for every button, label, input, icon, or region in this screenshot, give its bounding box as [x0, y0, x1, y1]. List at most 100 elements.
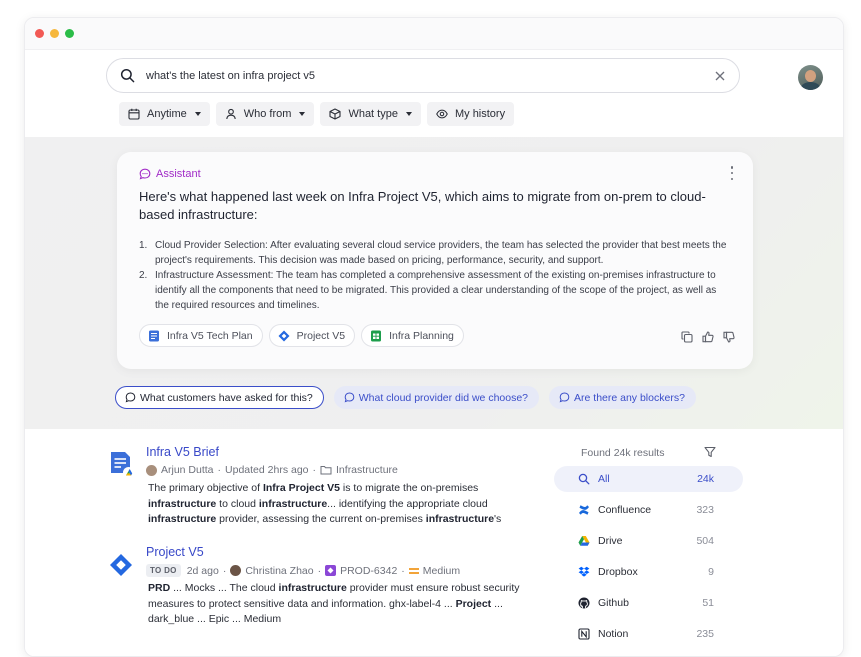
filter-my-history-label: My history	[454, 108, 506, 120]
filter-bar: Anytime Who from What type My history	[119, 102, 515, 126]
assistant-answer-card: Assistant Here's what happened last week…	[117, 152, 753, 369]
assistant-section: Assistant Here's what happened last week…	[25, 137, 843, 429]
minimize-window-button[interactable]	[50, 29, 59, 38]
search-header: Anytime Who from What type	[25, 50, 843, 137]
user-avatar[interactable]	[798, 65, 823, 90]
filter-who-from[interactable]: Who from	[215, 102, 315, 126]
box-icon	[329, 108, 341, 120]
jira-icon	[278, 330, 290, 342]
result-title[interactable]: Infra V5 Brief	[146, 445, 219, 459]
feedback-actions	[681, 331, 735, 343]
search-bar[interactable]	[106, 58, 740, 93]
snippet-highlight: infrastructure	[278, 582, 347, 594]
search-icon	[120, 68, 136, 84]
assignee-avatar	[230, 565, 242, 576]
facet-notion[interactable]: Notion 235	[554, 621, 743, 647]
document-icon	[148, 330, 160, 342]
assistant-list-item: 1. Cloud Provider Selection: After evalua…	[139, 240, 727, 266]
person-icon	[225, 108, 237, 120]
assistant-list-item: 2. Infrastructure Assessment: The team ha…	[139, 270, 717, 311]
facet-drive[interactable]: Drive 504	[554, 528, 743, 554]
result-author[interactable]: Arjun Dutta	[161, 464, 214, 476]
snippet-text: provider, assessing the current on-premi…	[216, 513, 426, 525]
copy-icon[interactable]	[681, 331, 693, 343]
facet-dropbox[interactable]: Dropbox 9	[554, 559, 743, 585]
assistant-label-text: Assistant	[156, 168, 201, 180]
filter-what-type[interactable]: What type	[320, 102, 421, 126]
facet-all[interactable]: All 24k	[554, 466, 743, 492]
sheets-icon	[370, 330, 382, 342]
source-project-v5[interactable]: Project V5	[268, 324, 356, 347]
source-infra-planning[interactable]: Infra Planning	[361, 324, 464, 347]
github-icon	[578, 597, 590, 609]
result-folder[interactable]: Infrastructure	[336, 464, 398, 476]
calendar-icon	[128, 108, 140, 120]
filter-my-history[interactable]: My history	[426, 102, 515, 126]
snippet-text: measures to protect sensitive data and i…	[148, 597, 456, 610]
search-results: Infra V5 Brief Arjun Dutta · Updated 2hr…	[25, 429, 843, 656]
chat-bubble-icon	[344, 392, 355, 403]
confluence-icon	[578, 504, 590, 516]
result-assignee[interactable]: Christina Zhao	[245, 565, 313, 577]
filter-icon[interactable]	[704, 446, 716, 458]
result-ticket[interactable]: PROD-6342	[340, 565, 397, 577]
results-count: Found 24k results	[581, 447, 665, 459]
snippet-text: 's	[494, 513, 502, 525]
ticket-icon	[325, 565, 337, 576]
eye-icon	[436, 108, 448, 120]
chat-bubble-icon	[125, 392, 136, 403]
chevron-down-icon	[194, 112, 201, 116]
snippet-text: to cloud	[216, 497, 259, 510]
snippet-highlight: PRD	[148, 582, 171, 594]
suggested-questions: What customers have asked for this? What…	[115, 386, 696, 409]
author-avatar	[146, 464, 157, 476]
clear-search-icon[interactable]	[713, 69, 727, 83]
result-title[interactable]: Project V5	[146, 545, 204, 559]
close-window-button[interactable]	[35, 29, 44, 38]
notion-icon	[578, 628, 590, 640]
jira-icon	[109, 551, 135, 579]
more-options-icon[interactable]	[729, 166, 735, 180]
thumbs-up-icon[interactable]	[702, 331, 714, 343]
snippet-text: is to migrate the on-premises	[340, 482, 479, 494]
filter-anytime-label: Anytime	[147, 108, 187, 120]
app-window: Anytime Who from What type	[24, 17, 844, 657]
assistant-list: 1. Cloud Provider Selection: After evalua…	[139, 238, 729, 313]
result-updated: Updated 2hrs ago	[225, 464, 309, 476]
title-bar	[25, 18, 843, 50]
filter-what-type-label: What type	[348, 108, 398, 120]
snippet-text: The primary objective of	[148, 482, 263, 494]
filter-who-from-label: Who from	[243, 108, 292, 120]
result-snippet: PRD ... Mocks ... The cloud infrastructu…	[148, 581, 543, 628]
chat-bubble-icon	[139, 168, 151, 180]
suggestion-chip[interactable]: What cloud provider did we choose?	[333, 386, 540, 409]
snippet-highlight: Infra Project V5	[262, 482, 340, 494]
priority-medium-icon	[408, 567, 419, 574]
assistant-heading: Here's what happened last week on Infra …	[139, 189, 706, 222]
snippet-text: dark_blue ... Epic ... Medium	[148, 613, 282, 625]
snippet-highlight: infrastructure	[258, 497, 328, 510]
facet-confluence[interactable]: Confluence 323	[554, 497, 743, 523]
dropbox-icon	[578, 566, 590, 578]
source-infra-v5-tech-plan[interactable]: Infra V5 Tech Plan	[139, 324, 263, 347]
drive-icon	[578, 535, 590, 547]
thumbs-down-icon[interactable]	[723, 331, 735, 343]
result-age: 2d ago	[186, 564, 219, 577]
filter-anytime[interactable]: Anytime	[119, 102, 210, 126]
snippet-highlight: infrastructure	[148, 513, 217, 525]
suggestion-chip[interactable]: What customers have asked for this?	[115, 386, 324, 409]
snippet-text: provider must ensure robust security	[346, 582, 520, 594]
result-priority: Medium	[422, 564, 461, 577]
snippet-highlight: infrastructure	[148, 497, 217, 510]
chevron-down-icon	[299, 112, 306, 116]
snippet-highlight: infrastructure	[425, 513, 495, 525]
snippet-highlight: Project	[455, 597, 492, 610]
suggestion-chip[interactable]: Are there any blockers?	[549, 386, 696, 409]
search-icon	[578, 473, 590, 485]
facet-github[interactable]: Github 51	[554, 590, 743, 616]
folder-icon	[320, 465, 332, 475]
search-input[interactable]	[146, 69, 686, 82]
maximize-window-button[interactable]	[65, 29, 74, 38]
snippet-text: ... identifying the appropriate cloud	[327, 497, 488, 510]
snippet-text: ...	[491, 597, 503, 610]
